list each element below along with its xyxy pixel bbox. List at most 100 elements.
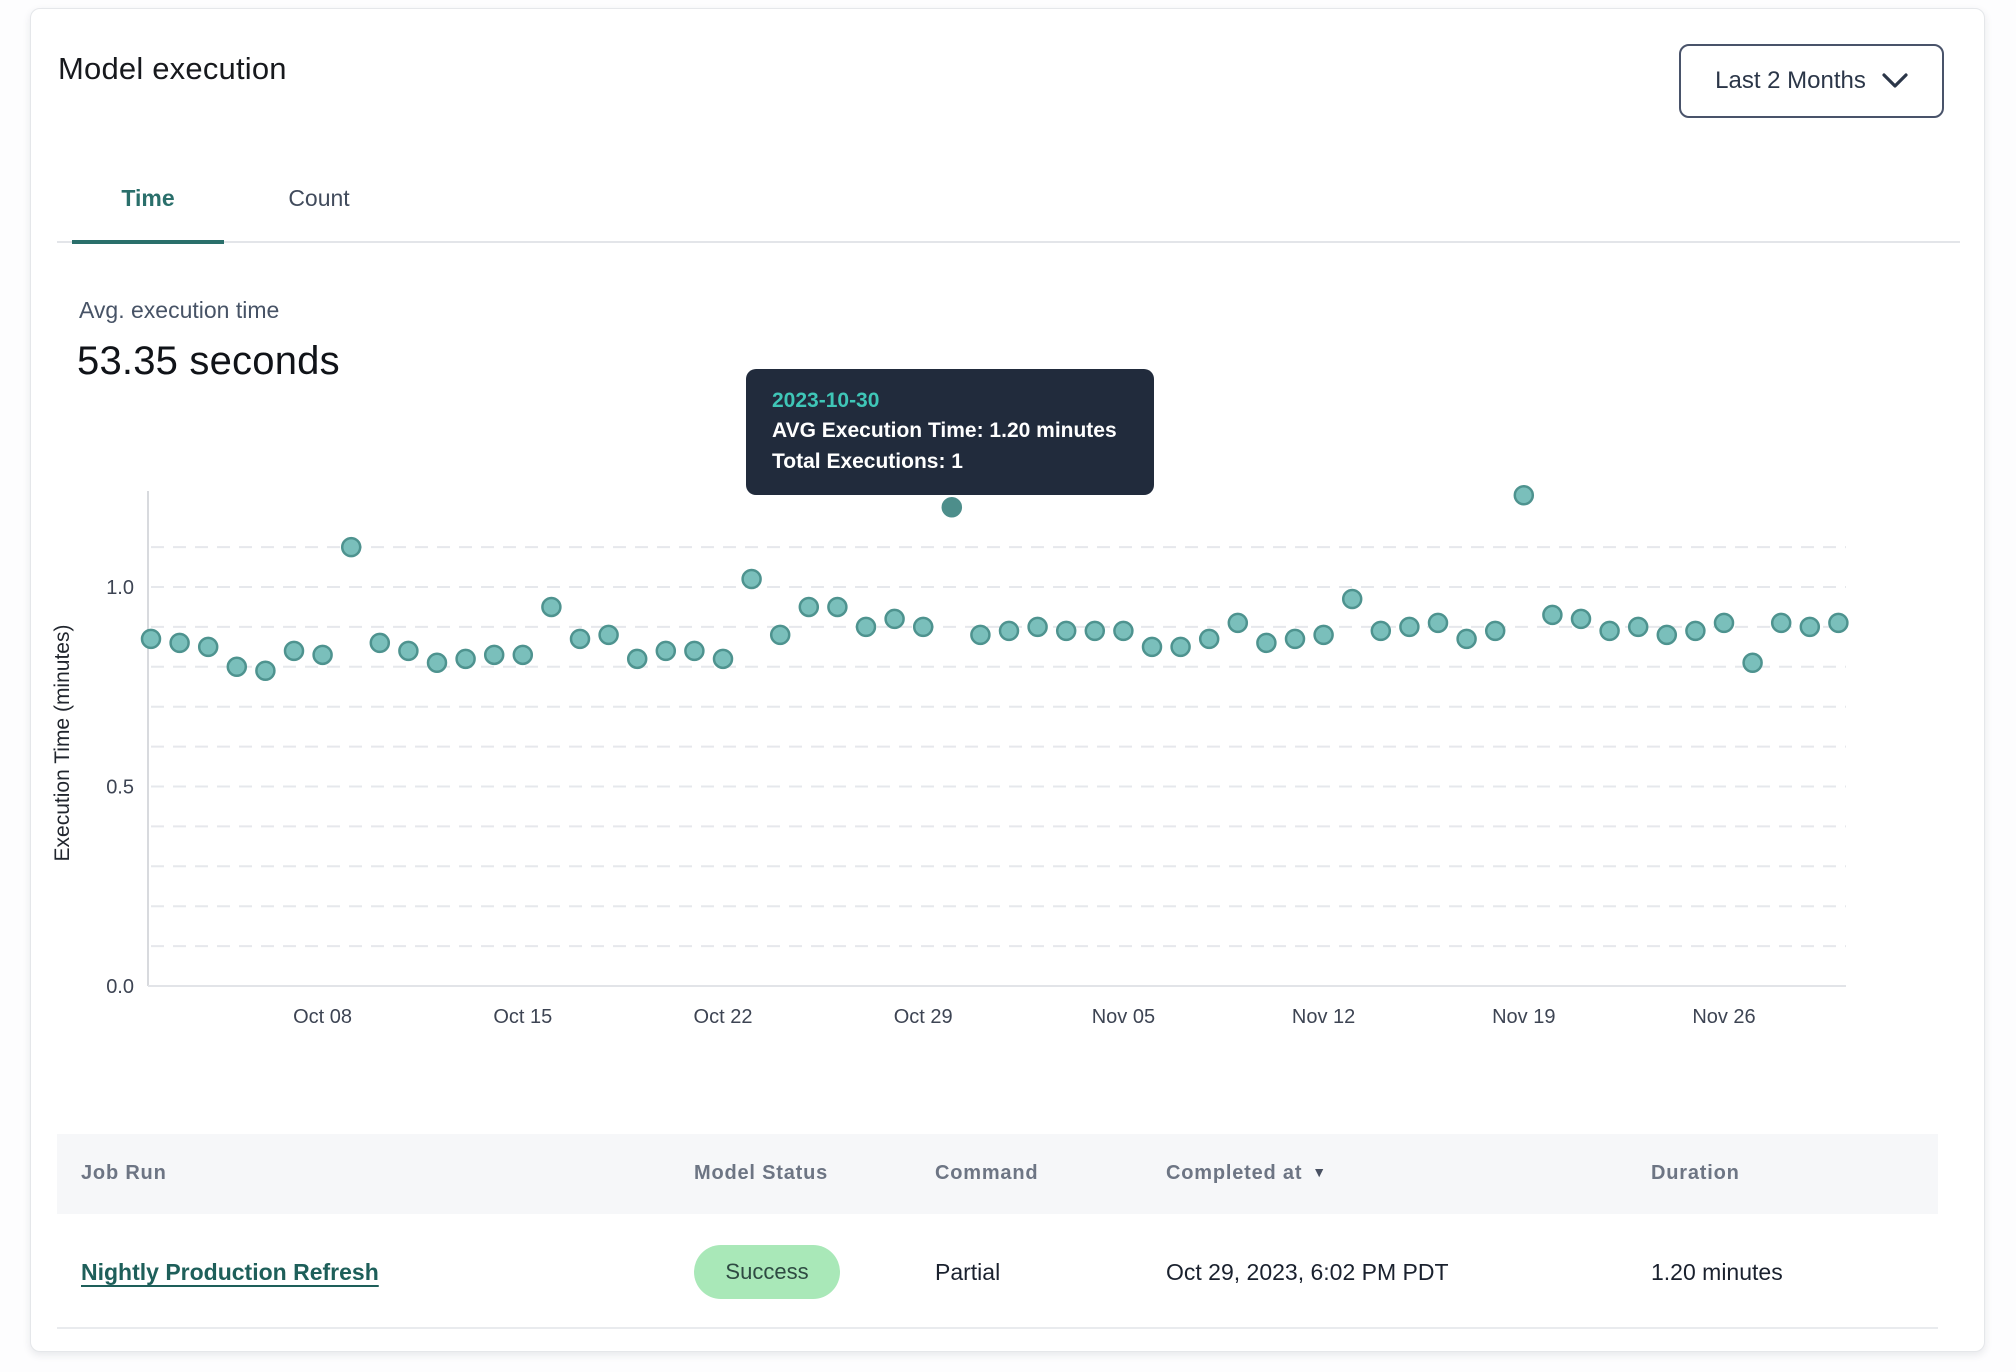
data-point[interactable] (1715, 614, 1733, 632)
data-point[interactable] (886, 610, 904, 628)
y-tick-label: 0.0 (106, 976, 134, 998)
data-point[interactable] (828, 598, 846, 616)
data-point[interactable] (771, 626, 789, 644)
data-point[interactable] (1458, 630, 1476, 648)
job-run-link[interactable]: Nightly Production Refresh (81, 1259, 379, 1286)
data-point[interactable] (1658, 626, 1676, 644)
data-point[interactable] (1829, 614, 1847, 632)
row-divider (57, 1327, 1938, 1329)
x-tick-label: Oct 08 (293, 1006, 352, 1028)
data-point[interactable] (142, 630, 160, 648)
column-header-model-status: Model Status (694, 1162, 828, 1185)
data-point[interactable] (314, 646, 332, 664)
x-tick-label: Nov 26 (1692, 1006, 1755, 1028)
chart-tabs: Time Count (57, 149, 1960, 243)
data-point[interactable] (1343, 590, 1361, 608)
data-point[interactable] (1515, 486, 1533, 504)
data-point[interactable] (971, 626, 989, 644)
x-tick-label: Nov 19 (1492, 1006, 1555, 1028)
data-point[interactable] (657, 642, 675, 660)
column-header-job-run: Job Run (81, 1162, 167, 1185)
data-point[interactable] (1429, 614, 1447, 632)
data-point[interactable] (857, 618, 875, 636)
data-point[interactable] (228, 658, 246, 676)
data-point[interactable] (1114, 622, 1132, 640)
data-point[interactable] (714, 650, 732, 668)
x-tick-label: Nov 12 (1292, 1006, 1355, 1028)
data-point[interactable] (256, 662, 274, 680)
data-point[interactable] (1315, 626, 1333, 644)
y-tick-label: 1.0 (106, 577, 134, 599)
tab-time[interactable]: Time (72, 152, 224, 244)
data-point[interactable] (285, 642, 303, 660)
data-point[interactable] (1744, 654, 1762, 672)
data-point[interactable] (1572, 610, 1590, 628)
chart-tooltip: 2023-10-30 AVG Execution Time: 1.20 minu… (746, 369, 1154, 495)
data-point[interactable] (1772, 614, 1790, 632)
data-point[interactable] (542, 598, 560, 616)
data-point[interactable] (600, 626, 618, 644)
date-range-value: Last 2 Months (1715, 67, 1866, 95)
data-point[interactable] (1057, 622, 1075, 640)
y-axis-title: Execution Time (minutes) (51, 625, 74, 862)
data-point[interactable] (1143, 638, 1161, 656)
sort-descending-icon[interactable]: ▼ (1312, 1164, 1327, 1180)
data-point[interactable] (628, 650, 646, 668)
column-header-completed-at[interactable]: Completed at ▼ (1166, 1162, 1327, 1185)
data-point[interactable] (1629, 618, 1647, 636)
data-point[interactable] (1372, 622, 1390, 640)
data-point[interactable] (1257, 634, 1275, 652)
data-point[interactable] (1029, 618, 1047, 636)
x-tick-label: Oct 15 (493, 1006, 552, 1028)
data-point[interactable] (457, 650, 475, 668)
date-range-dropdown[interactable]: Last 2 Months (1679, 44, 1944, 118)
data-point[interactable] (1086, 622, 1104, 640)
data-point[interactable] (743, 570, 761, 588)
data-point-highlighted[interactable] (943, 498, 961, 516)
data-point[interactable] (342, 538, 360, 556)
data-point[interactable] (1801, 618, 1819, 636)
tooltip-date: 2023-10-30 (772, 386, 1128, 416)
data-point[interactable] (1400, 618, 1418, 636)
avg-execution-time-value: 53.35 seconds (77, 339, 340, 384)
data-point[interactable] (1000, 622, 1018, 640)
data-point[interactable] (1601, 622, 1619, 640)
data-point[interactable] (428, 654, 446, 672)
data-point[interactable] (1229, 614, 1247, 632)
status-badge: Success (694, 1245, 840, 1299)
duration-cell: 1.20 minutes (1651, 1259, 1783, 1286)
data-point[interactable] (371, 634, 389, 652)
data-point[interactable] (199, 638, 217, 656)
data-point[interactable] (1172, 638, 1190, 656)
y-tick-label: 0.5 (106, 777, 134, 799)
data-point[interactable] (800, 598, 818, 616)
chevron-down-icon (1882, 73, 1908, 89)
scatter-plot: 0.0 0.5 1.0 Oct 08 Oct 15 Oct 22 Oct 29 Nov 05 N… (31, 471, 1986, 1071)
data-point[interactable] (171, 634, 189, 652)
column-header-duration: Duration (1651, 1162, 1740, 1185)
tooltip-total-executions: Total Executions: 1 (772, 447, 1128, 477)
x-tick-label: Oct 29 (894, 1006, 953, 1028)
data-point[interactable] (485, 646, 503, 664)
completed-at-cell: Oct 29, 2023, 6:02 PM PDT (1166, 1259, 1449, 1286)
completed-at-label: Completed at (1166, 1162, 1302, 1184)
data-point[interactable] (1486, 622, 1504, 640)
data-point[interactable] (914, 618, 932, 636)
data-point[interactable] (571, 630, 589, 648)
tab-count[interactable]: Count (264, 152, 374, 244)
page-title: Model execution (58, 51, 287, 87)
avg-execution-time-label: Avg. execution time (79, 297, 279, 324)
x-tick-label: Oct 22 (694, 1006, 753, 1028)
data-point[interactable] (1543, 606, 1561, 624)
model-execution-card: Model execution Last 2 Months Time Count… (30, 8, 1985, 1352)
data-point[interactable] (1200, 630, 1218, 648)
x-tick-label: Nov 05 (1092, 1006, 1155, 1028)
tooltip-avg-execution: AVG Execution Time: 1.20 minutes (772, 416, 1128, 446)
data-point[interactable] (514, 646, 532, 664)
command-cell: Partial (935, 1259, 1000, 1286)
table-header-row: Job Run Model Status Command Completed a… (57, 1134, 1938, 1214)
data-point[interactable] (1686, 622, 1704, 640)
data-point[interactable] (685, 642, 703, 660)
data-point[interactable] (1286, 630, 1304, 648)
data-point[interactable] (399, 642, 417, 660)
